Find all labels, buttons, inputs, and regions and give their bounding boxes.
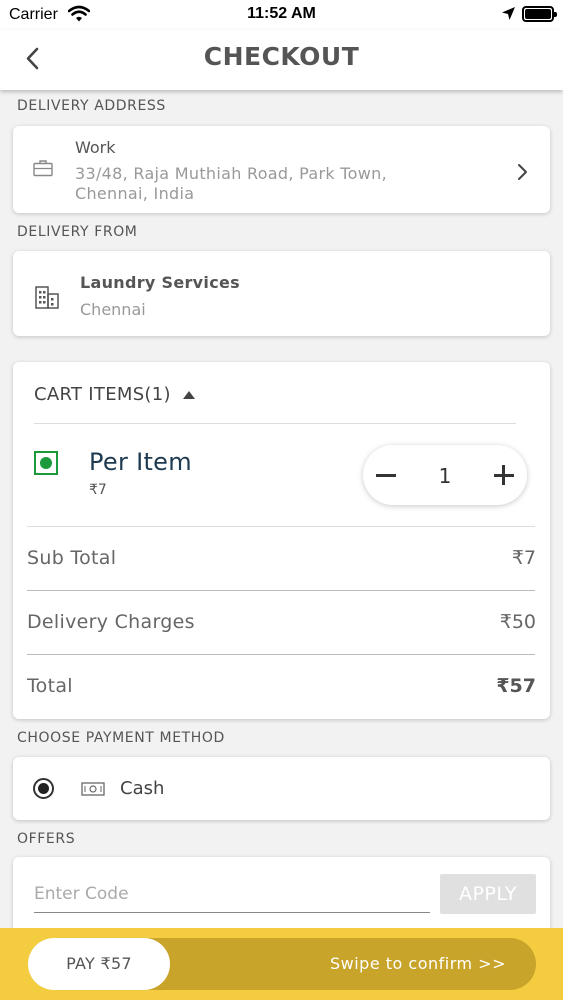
offers-label: OFFERS (17, 831, 76, 847)
increase-quantity-button[interactable] (494, 463, 514, 487)
divider (34, 423, 516, 424)
subtotal-label: Sub Total (27, 547, 117, 569)
status-bar: Carrier 11:52 AM (0, 0, 563, 30)
page-title: CHECKOUT (203, 42, 360, 71)
delivery-from-label: DELIVERY FROM (17, 224, 138, 240)
briefcase-icon (33, 159, 53, 181)
clock: 11:52 AM (247, 5, 316, 22)
decrease-quantity-button[interactable] (376, 463, 396, 487)
delivery-address-label: DELIVERY ADDRESS (17, 98, 166, 114)
store-name: Laundry Services (80, 273, 240, 292)
payment-method-label: CHOOSE PAYMENT METHOD (17, 730, 225, 746)
chevron-right-icon (516, 163, 528, 185)
battery-icon (522, 6, 557, 22)
cart-card: CART ITEMS(1) Per Item ₹7 1 Sub Total ₹7… (13, 362, 550, 719)
radio-selected[interactable] (33, 778, 54, 799)
quantity-stepper: 1 (363, 445, 527, 505)
address-text: 33/48, Raja Muthiah Road, Park Town, Che… (75, 164, 387, 203)
payment-method-name: Cash (120, 778, 165, 799)
subtotal-value: ₹7 (511, 547, 536, 569)
quantity-value: 1 (438, 464, 452, 488)
divider (27, 526, 535, 527)
veg-indicator-icon (34, 451, 58, 475)
swipe-hint: Swipe to confirm >> (329, 954, 506, 973)
pay-swipe-handle[interactable]: PAY ₹57 (28, 938, 170, 990)
building-icon (34, 284, 60, 314)
address-title: Work (75, 138, 116, 157)
divider (27, 590, 535, 591)
payment-option-cash[interactable]: Cash (13, 757, 550, 820)
location-arrow-icon (501, 6, 516, 26)
total-label: Total (27, 675, 73, 697)
store-city: Chennai (80, 300, 146, 319)
cart-title: CART ITEMS(1) (34, 384, 171, 405)
caret-up-icon (183, 391, 195, 399)
promo-code-input[interactable] (34, 875, 430, 913)
top-nav-bar: CHECKOUT (0, 30, 563, 90)
delivery-charges-label: Delivery Charges (27, 611, 195, 633)
divider (27, 654, 535, 655)
swipe-to-confirm-slider[interactable]: PAY ₹57 Swipe to confirm >> (28, 938, 536, 990)
footer-bar: PAY ₹57 Swipe to confirm >> (0, 928, 563, 1000)
delivery-charges-value: ₹50 (499, 611, 536, 633)
total-value: ₹57 (496, 675, 536, 697)
item-price: ₹7 (89, 482, 107, 498)
item-name: Per Item (89, 448, 192, 476)
delivery-from-card: Laundry Services Chennai (13, 251, 550, 336)
cash-icon (81, 781, 105, 801)
apply-button[interactable]: APPLY (440, 874, 536, 914)
delivery-address-card[interactable]: Work 33/48, Raja Muthiah Road, Park Town… (13, 126, 550, 213)
